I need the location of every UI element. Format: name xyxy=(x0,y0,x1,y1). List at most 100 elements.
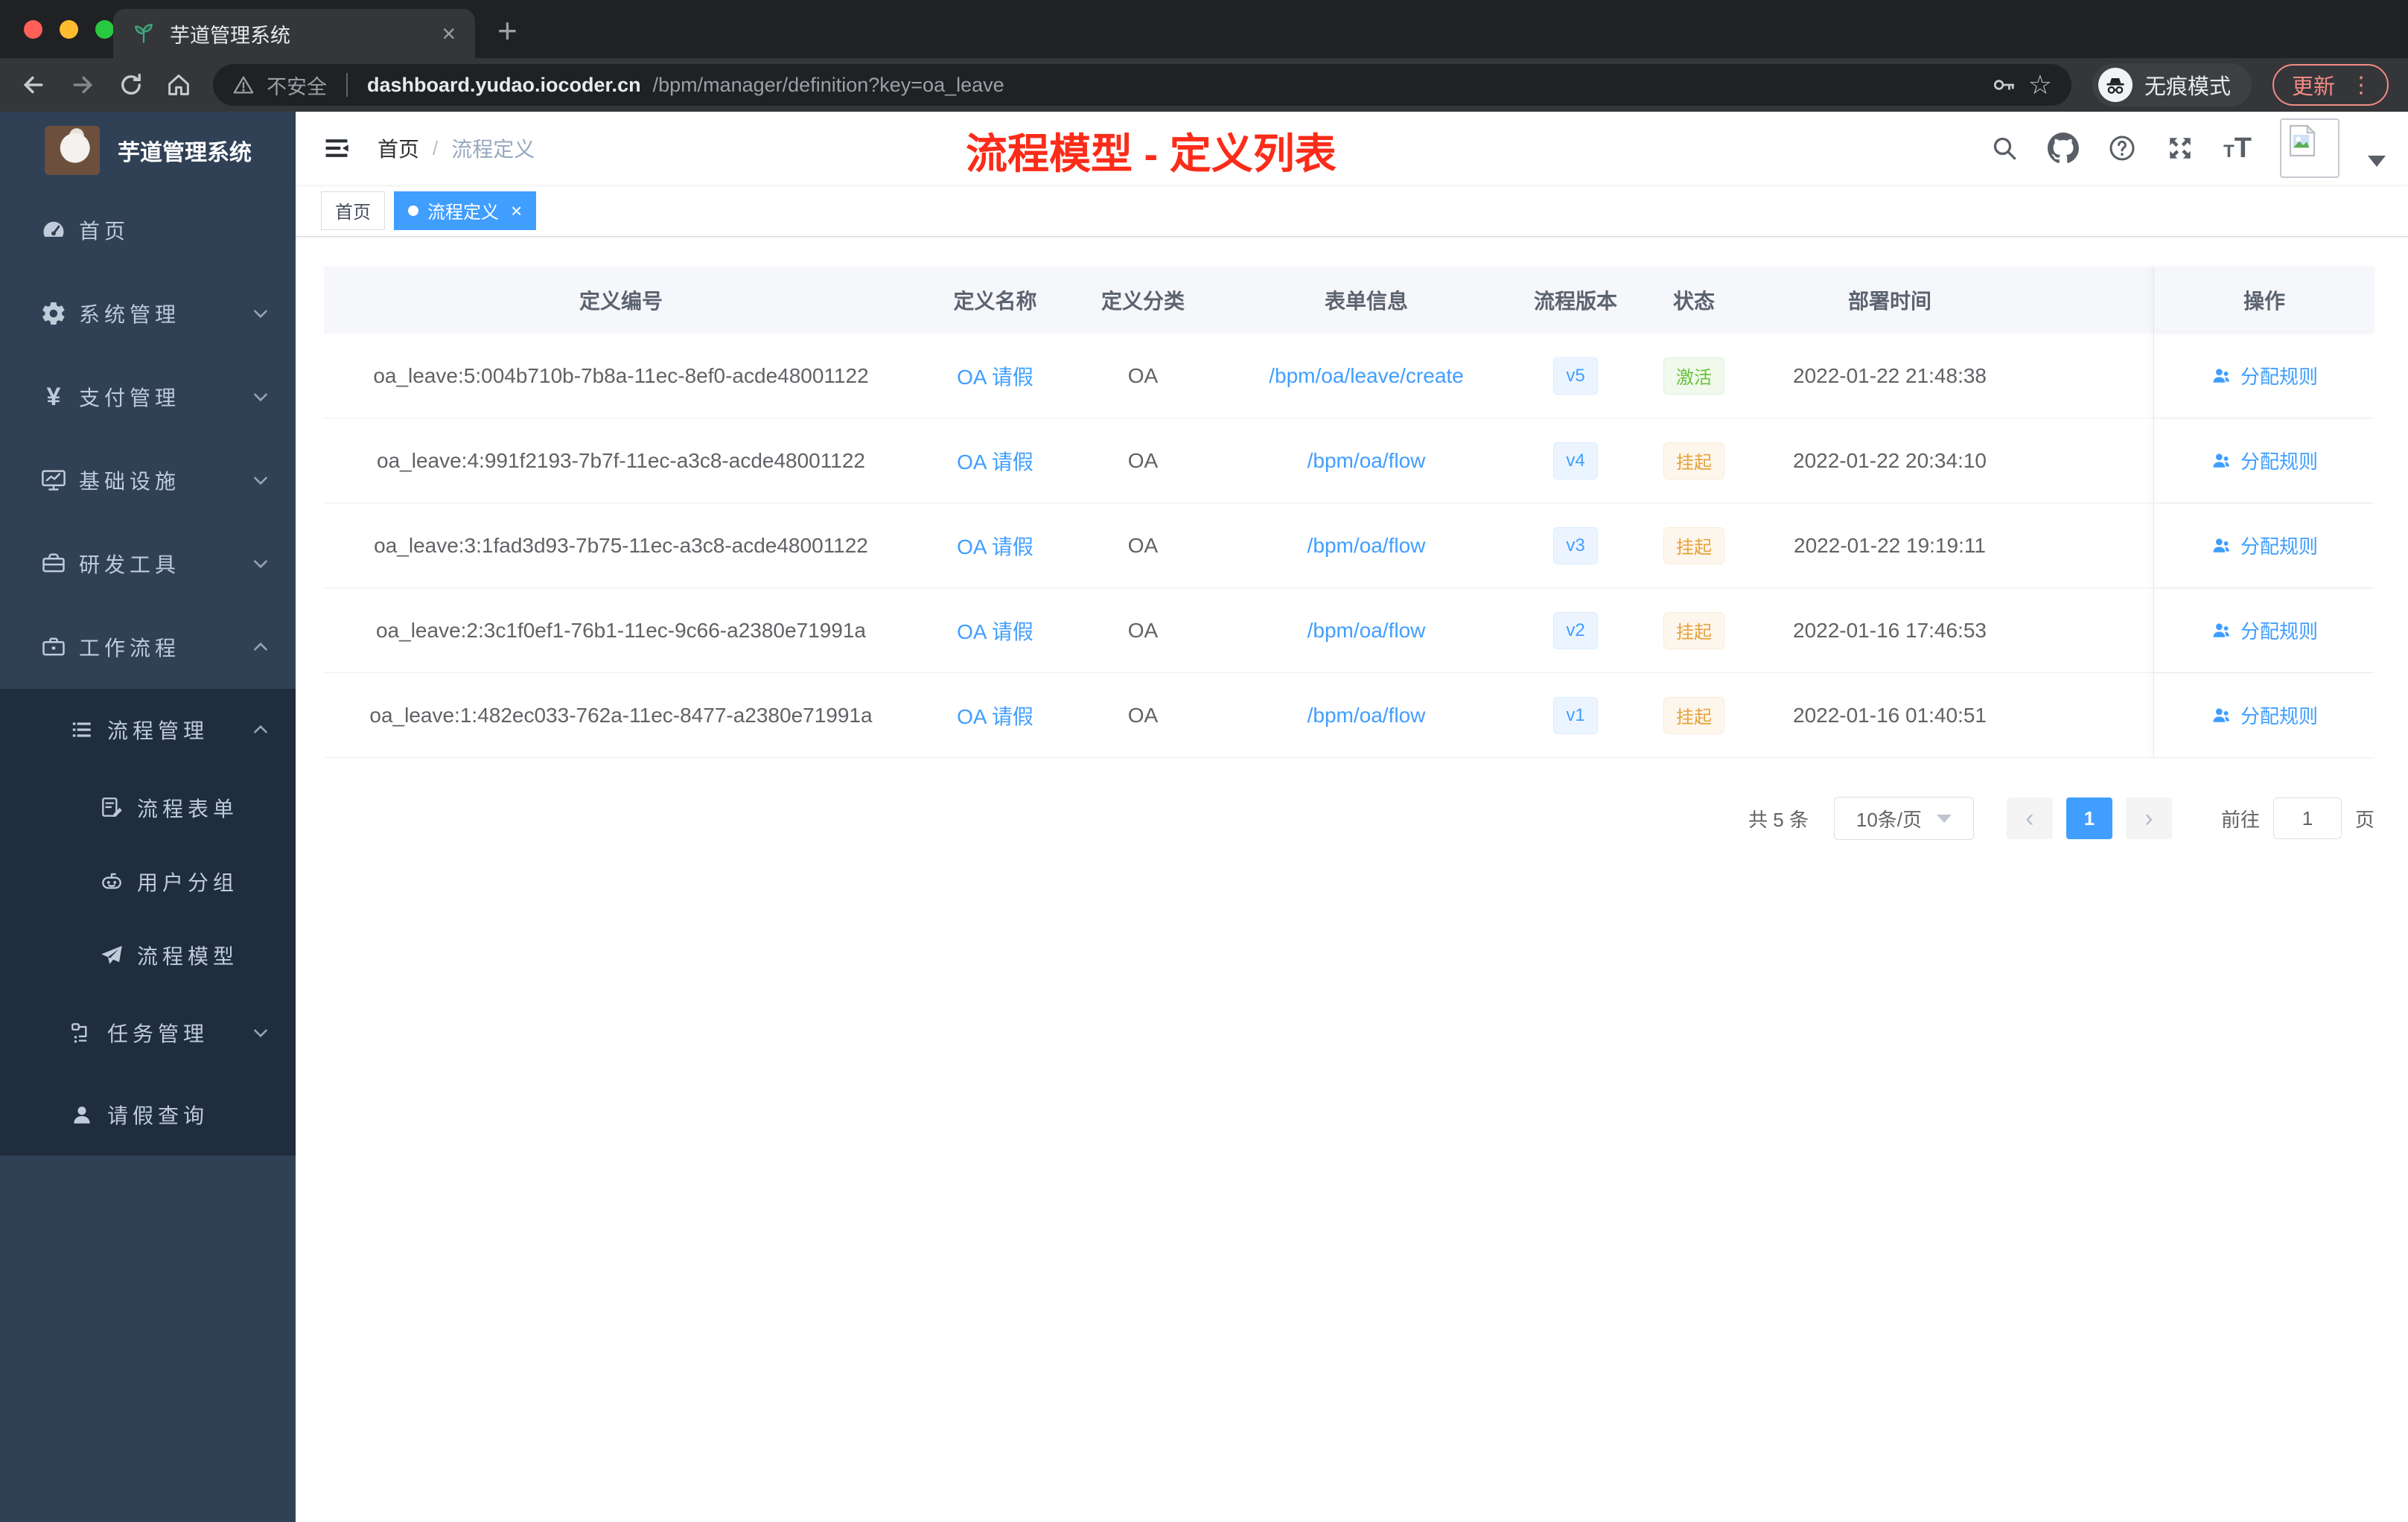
goto-page-input[interactable] xyxy=(2272,797,2342,839)
sidebar-item-infrastructure[interactable]: 基础设施 xyxy=(0,439,296,522)
chevron-down-icon[interactable] xyxy=(2368,155,2386,167)
definition-id: oa_leave:2:3c1f0ef1-76b1-11ec-9c66-a2380… xyxy=(375,618,866,642)
sidebar-item-payment[interactable]: ¥ 支付管理 xyxy=(0,355,296,439)
navbar-actions: TT xyxy=(1990,118,2386,178)
version-badge[interactable]: v3 xyxy=(1553,526,1598,564)
definition-category: OA xyxy=(1127,703,1159,727)
prev-page-button[interactable]: ‹ xyxy=(2006,797,2053,839)
page-number-button[interactable]: 1 xyxy=(2065,797,2112,839)
incognito-label: 无痕模式 xyxy=(2144,75,2231,99)
sidebar-item-user-group[interactable]: 用户分组 xyxy=(0,844,296,918)
sidebar-item-label: 首页 xyxy=(79,220,130,243)
reload-icon[interactable] xyxy=(118,71,144,98)
form-link[interactable]: /bpm/oa/flow xyxy=(1307,534,1426,558)
github-icon[interactable] xyxy=(2048,133,2080,164)
form-link[interactable]: /bpm/oa/flow xyxy=(1307,704,1426,727)
definition-name-link[interactable]: OA 请假 xyxy=(957,616,1033,646)
browser-update-button[interactable]: 更新 ⋮ xyxy=(2272,64,2389,106)
address-bar[interactable]: 不安全 dashboard.yudao.iocoder.cn/bpm/manag… xyxy=(213,64,2071,106)
incognito-badge: 无痕模式 xyxy=(2092,63,2252,106)
table-row: oa_leave:1:482ec033-762a-11ec-8477-a2380… xyxy=(324,673,2374,758)
version-badge[interactable]: v4 xyxy=(1553,442,1598,480)
back-icon[interactable] xyxy=(19,71,48,99)
help-icon[interactable] xyxy=(2107,133,2137,163)
window-zoom-button[interactable] xyxy=(95,20,114,39)
assign-rule-link[interactable]: 分配规则 xyxy=(2211,617,2318,644)
key-icon[interactable] xyxy=(1991,72,2016,98)
tag-home[interactable]: 首页 xyxy=(321,191,385,230)
browser-chrome: 芋道管理系统 × + 不安全 dashboard.yudao.iocoder.c… xyxy=(0,0,2408,112)
definition-id: oa_leave:4:991f2193-7b7f-11ec-a3c8-acde4… xyxy=(377,448,865,472)
version-badge[interactable]: v2 xyxy=(1553,611,1598,649)
tab-title: 芋道管理系统 xyxy=(170,24,290,47)
column-header: 流程版本 xyxy=(1533,290,1617,313)
sidebar-item-label: 流程管理 xyxy=(107,719,209,742)
definition-name-link[interactable]: OA 请假 xyxy=(957,446,1033,476)
window-minimize-button[interactable] xyxy=(60,20,78,39)
breadcrumb: 首页 / 流程定义 xyxy=(378,133,535,163)
sidebar-item-label: 支付管理 xyxy=(79,386,181,410)
table-row: oa_leave:3:1fad3d93-7b75-11ec-a3c8-acde4… xyxy=(324,503,2374,588)
next-page-button[interactable]: › xyxy=(2125,797,2172,839)
font-size-icon[interactable]: TT xyxy=(2223,133,2252,165)
form-link[interactable]: /bpm/oa/flow xyxy=(1307,619,1426,643)
window-close-button[interactable] xyxy=(24,20,42,39)
definition-name-link[interactable]: OA 请假 xyxy=(957,361,1033,391)
url-host: dashboard.yudao.iocoder.cn xyxy=(367,73,641,96)
status-badge: 挂起 xyxy=(1663,442,1724,480)
goto-page-suffix: 页 xyxy=(2354,808,2374,831)
assign-rule-link[interactable]: 分配规则 xyxy=(2211,362,2318,389)
sidebar-item-dev-tools[interactable]: 研发工具 xyxy=(0,522,296,605)
star-icon[interactable]: ☆ xyxy=(2028,71,2052,98)
breadcrumb-home-link[interactable]: 首页 xyxy=(378,133,419,163)
tab-close-icon[interactable]: × xyxy=(442,22,456,45)
sidebar-item-process-management[interactable]: 流程管理 xyxy=(0,689,296,771)
assign-rule-link[interactable]: 分配规则 xyxy=(2211,447,2318,474)
form-icon xyxy=(95,795,128,821)
security-warning-icon xyxy=(232,74,255,96)
assign-rule-link[interactable]: 分配规则 xyxy=(2211,532,2318,559)
sidebar-item-label: 用户分组 xyxy=(137,870,239,894)
definition-name-link[interactable]: OA 请假 xyxy=(957,701,1033,730)
fullscreen-icon[interactable] xyxy=(2165,133,2195,163)
browser-menu-icon[interactable]: ⋮ xyxy=(2350,72,2372,98)
forward-icon[interactable] xyxy=(69,71,97,99)
sidebar-item-label: 流程模型 xyxy=(137,944,239,968)
tag-close-icon[interactable]: × xyxy=(511,201,522,220)
sidebar-item-task-management[interactable]: 任务管理 xyxy=(0,992,296,1074)
tag-process-definition[interactable]: 流程定义 × xyxy=(394,191,537,230)
sidebar-item-workflow[interactable]: 工作流程 xyxy=(0,605,296,689)
hamburger-icon[interactable] xyxy=(321,133,352,164)
yen-icon: ¥ xyxy=(46,382,61,411)
table-row: oa_leave:5:004b710b-7b8a-11ec-8ef0-acde4… xyxy=(324,334,2374,418)
sidebar-item-system[interactable]: 系统管理 xyxy=(0,272,296,355)
column-header: 部署时间 xyxy=(1847,290,1931,313)
form-link[interactable]: /bpm/oa/flow xyxy=(1307,449,1426,473)
sidebar-item-home[interactable]: 首页 xyxy=(0,188,296,272)
app-title: 芋道管理系统 xyxy=(118,140,252,165)
broken-image-icon xyxy=(2289,124,2316,157)
definition-id: oa_leave:3:1fad3d93-7b75-11ec-a3c8-acde4… xyxy=(374,533,868,557)
version-badge[interactable]: v1 xyxy=(1553,696,1598,734)
favicon-sprout-icon xyxy=(133,22,155,45)
sidebar-item-process-form[interactable]: 流程表单 xyxy=(0,771,296,844)
assign-rule-link[interactable]: 分配规则 xyxy=(2211,701,2318,729)
column-header: 定义名称 xyxy=(953,290,1037,313)
column-header: 状态 xyxy=(1672,290,1715,313)
sidebar-item-process-model[interactable]: 流程模型 xyxy=(0,918,296,992)
version-badge[interactable]: v5 xyxy=(1553,357,1598,395)
form-link[interactable]: /bpm/oa/leave/create xyxy=(1269,364,1464,388)
user-icon xyxy=(2213,453,2229,468)
search-icon[interactable] xyxy=(1990,133,2019,163)
monitor-icon xyxy=(37,467,70,494)
home-icon[interactable] xyxy=(165,71,192,98)
sidebar-item-label: 流程表单 xyxy=(137,797,239,821)
definition-name-link[interactable]: OA 请假 xyxy=(957,531,1033,561)
sidebar-item-label: 系统管理 xyxy=(79,303,181,326)
new-tab-button[interactable]: + xyxy=(497,10,517,51)
chevron-right-icon: › xyxy=(2144,803,2153,832)
browser-tab[interactable]: 芋道管理系统 × xyxy=(113,9,475,58)
avatar[interactable] xyxy=(2280,118,2339,178)
page-size-select[interactable]: 10条/页 xyxy=(1833,797,1974,840)
sidebar-item-leave-query[interactable]: 请假查询 xyxy=(0,1074,296,1156)
